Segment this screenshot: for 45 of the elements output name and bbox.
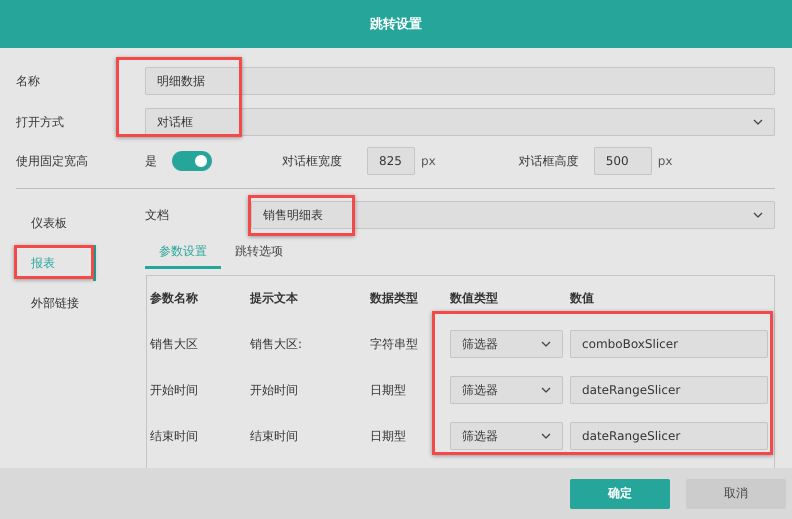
chevron-down-icon: [541, 341, 551, 347]
value-type-dropdown[interactable]: 筛选器: [450, 376, 563, 404]
sidebar-item[interactable]: 仪表板: [16, 205, 93, 241]
column-header: 数值类型: [450, 290, 499, 306]
chevron-down-icon: [753, 119, 763, 125]
column-header: 数值: [570, 290, 595, 306]
table-cell-text: 开始时间: [149, 382, 199, 398]
table-cell-text: 销售大区:: [250, 336, 304, 352]
field-label: 对话框宽度: [282, 152, 343, 170]
column-header: 参数名称: [149, 290, 199, 306]
table-cell-text: 销售大区: [149, 336, 199, 352]
field-label: 名称: [16, 72, 41, 90]
value-field[interactable]: comboBoxSlicer: [570, 330, 768, 358]
column-header: 提示文本: [250, 290, 299, 306]
width-field[interactable]: 825: [367, 147, 415, 175]
table-cell-text: 结束时间: [250, 428, 299, 444]
height-field[interactable]: 500: [594, 147, 652, 175]
value-type-dropdown[interactable]: 筛选器: [450, 422, 563, 450]
table-cell-text: 结束时间: [149, 428, 199, 444]
toggle-switch[interactable]: [172, 151, 212, 171]
dialog-title: 跳转设置: [370, 16, 422, 33]
toggle-label: 是: [145, 152, 158, 170]
cancel-button[interactable]: 取消: [686, 478, 786, 508]
value-field[interactable]: dateRangeSlicer: [570, 376, 768, 404]
chevron-down-icon: [541, 387, 551, 393]
table-cell-text: 字符串型: [370, 336, 419, 352]
name-field[interactable]: 明细数据: [145, 67, 775, 95]
column-header: 数据类型: [370, 290, 419, 306]
field-label: 文档: [145, 206, 170, 224]
table-cell-text: 日期型: [370, 428, 407, 444]
unit-label: px: [421, 154, 436, 168]
value-field[interactable]: dateRangeSlicer: [570, 422, 768, 450]
value-type-dropdown[interactable]: 筛选器: [450, 330, 563, 358]
chevron-down-icon: [541, 433, 551, 439]
sidebar-item[interactable]: 外部链接: [16, 285, 93, 321]
table-cell-text: 开始时间: [250, 382, 299, 398]
table-cell-text: 日期型: [370, 382, 407, 398]
open-mode-dropdown[interactable]: 对话框: [145, 108, 775, 136]
field-label: 使用固定宽高: [16, 152, 89, 170]
document-dropdown[interactable]: 销售明细表: [251, 201, 775, 229]
unit-label: px: [658, 154, 672, 168]
chevron-down-icon: [753, 212, 763, 218]
tab[interactable]: 跳转选项: [221, 236, 297, 269]
field-label: 打开方式: [16, 114, 65, 130]
field-label: 对话框高度: [518, 152, 580, 170]
